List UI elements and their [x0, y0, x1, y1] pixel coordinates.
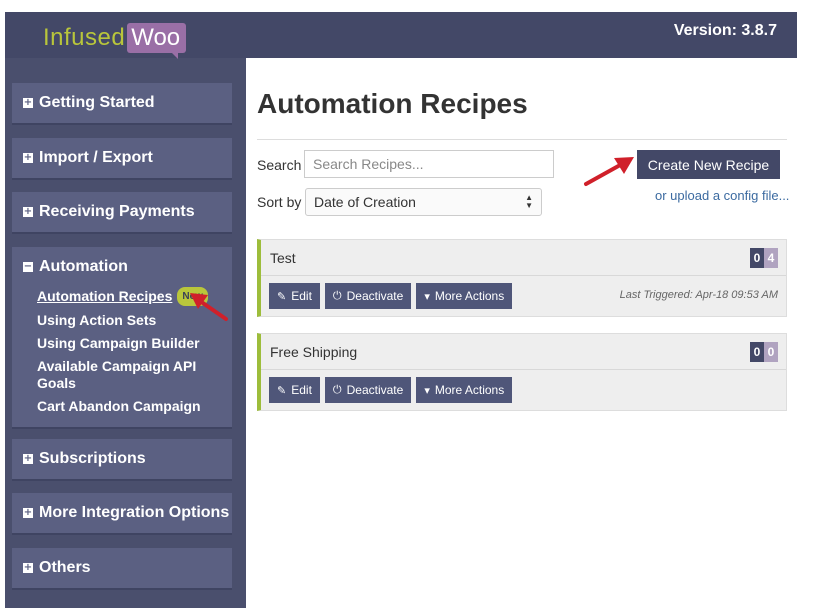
- nav-item-label: Available Campaign API Goals: [37, 358, 197, 391]
- nav-label: Others: [39, 559, 91, 576]
- nav-header[interactable]: + Import / Export: [12, 138, 232, 178]
- nav-section-getting-started[interactable]: + Getting Started: [12, 83, 232, 125]
- expand-icon: +: [23, 507, 33, 518]
- expand-icon: +: [23, 206, 33, 217]
- logo-text-woo: Woo: [127, 23, 187, 59]
- recipe-counts: 0 4: [750, 248, 778, 268]
- nav-section-others[interactable]: + Others: [12, 548, 232, 590]
- edit-label: Edit: [291, 383, 312, 397]
- recipe-card-free-shipping: Free Shipping 0 0 ✎ Edit ⏻ Deactivate ▾ …: [257, 333, 787, 411]
- caret-down-icon: ▾: [424, 289, 430, 303]
- collapse-icon: −: [23, 261, 33, 272]
- nav-item-using-campaign-builder[interactable]: Using Campaign Builder: [37, 335, 232, 352]
- nav-section-automation: − Automation Automation Recipes New Usin…: [12, 247, 232, 429]
- edit-button[interactable]: ✎ Edit: [269, 377, 320, 403]
- recipe-header[interactable]: Free Shipping 0 0: [261, 334, 786, 370]
- nav-label: Receiving Payments: [39, 203, 195, 220]
- nav-header[interactable]: + More Integration Options: [12, 493, 232, 533]
- nav-header[interactable]: − Automation: [12, 247, 232, 287]
- nav-header[interactable]: + Getting Started: [12, 83, 232, 123]
- count-badge-secondary: 4: [764, 248, 778, 268]
- deactivate-label: Deactivate: [346, 289, 404, 303]
- more-actions-button[interactable]: ▾ More Actions: [416, 377, 513, 403]
- recipe-actions: ✎ Edit ⏻ Deactivate ▾ More Actions: [261, 370, 786, 410]
- divider: [257, 139, 787, 140]
- sort-label: Sort by: [257, 194, 302, 210]
- expand-icon: +: [23, 97, 33, 108]
- nav-item-label: Using Campaign Builder: [37, 335, 200, 351]
- nav-section-subscriptions[interactable]: + Subscriptions: [12, 439, 232, 481]
- sidebar: + Getting Started + Import / Export + Re…: [5, 58, 246, 608]
- last-triggered-text: Last Triggered: Apr-18 09:53 AM: [619, 289, 778, 301]
- caret-down-icon: ▾: [424, 383, 430, 397]
- expand-icon: +: [23, 562, 33, 573]
- sort-select[interactable]: Date of Creation ▲ ▼: [305, 188, 542, 216]
- nav-label: Automation: [39, 258, 128, 275]
- recipe-counts: 0 0: [750, 342, 778, 362]
- power-icon: ⏻: [332, 289, 342, 302]
- create-new-recipe-button[interactable]: Create New Recipe: [637, 150, 780, 179]
- nav-section-receiving-payments[interactable]: + Receiving Payments: [12, 192, 232, 234]
- recipe-actions: ✎ Edit ⏻ Deactivate ▾ More Actions Last …: [261, 276, 786, 316]
- deactivate-button[interactable]: ⏻ Deactivate: [324, 377, 412, 403]
- edit-button[interactable]: ✎ Edit: [269, 283, 320, 309]
- nav-section-import-export[interactable]: + Import / Export: [12, 138, 232, 180]
- version-label: Version: 3.8.7: [673, 22, 777, 39]
- nav-item-label: Automation Recipes: [37, 288, 173, 304]
- header-bar: Infused Woo Version: 3.8.7: [5, 12, 797, 59]
- nav-item-cart-abandon-campaign[interactable]: Cart Abandon Campaign: [37, 398, 232, 415]
- deactivate-label: Deactivate: [346, 383, 404, 397]
- nav-label: More Integration Options: [39, 504, 230, 521]
- search-input[interactable]: [304, 150, 554, 178]
- nav-section-more-integration[interactable]: + More Integration Options: [12, 493, 232, 535]
- nav-item-campaign-api-goals[interactable]: Available Campaign API Goals: [37, 358, 202, 392]
- count-badge-primary: 0: [750, 248, 764, 268]
- count-badge-primary: 0: [750, 342, 764, 362]
- nav-item-label: Using Action Sets: [37, 312, 157, 328]
- count-badge-secondary: 0: [764, 342, 778, 362]
- logo-text-infused: Infused: [43, 24, 126, 51]
- search-label: Search: [257, 157, 302, 173]
- annotation-arrow-icon: [584, 157, 634, 186]
- power-icon: ⏻: [332, 383, 342, 396]
- recipe-card-test: Test 0 4 ✎ Edit ⏻ Deactivate ▾ More Acti…: [257, 239, 787, 317]
- more-actions-label: More Actions: [434, 383, 505, 397]
- nav-label: Import / Export: [39, 149, 153, 166]
- more-actions-label: More Actions: [434, 289, 505, 303]
- annotation-arrow-icon: [190, 293, 228, 321]
- nav-header[interactable]: + Receiving Payments: [12, 192, 232, 232]
- main-content: Automation Recipes Search Sort by Date o…: [246, 58, 797, 608]
- page-title: Automation Recipes: [257, 88, 528, 119]
- pencil-icon: ✎: [277, 289, 287, 303]
- recipe-name: Free Shipping: [270, 343, 358, 360]
- expand-icon: +: [23, 453, 33, 464]
- deactivate-button[interactable]: ⏻ Deactivate: [324, 283, 412, 309]
- nav-header[interactable]: + Subscriptions: [12, 439, 232, 479]
- app-window: Infused Woo Version: 3.8.7 + Getting Sta…: [5, 12, 797, 608]
- select-arrows-icon: ▲ ▼: [525, 193, 533, 210]
- nav-label: Getting Started: [39, 94, 155, 111]
- nav-label: Subscriptions: [39, 450, 146, 467]
- recipe-header[interactable]: Test 0 4: [261, 240, 786, 276]
- more-actions-button[interactable]: ▾ More Actions: [416, 283, 513, 309]
- logo: Infused Woo: [43, 22, 187, 59]
- nav-item-label: Cart Abandon Campaign: [37, 398, 201, 414]
- recipe-name: Test: [270, 249, 296, 266]
- sort-select-value: Date of Creation: [314, 194, 416, 210]
- upload-config-link[interactable]: or upload a config file...: [655, 188, 789, 203]
- expand-icon: +: [23, 152, 33, 163]
- pencil-icon: ✎: [277, 383, 287, 397]
- nav-header[interactable]: + Others: [12, 548, 232, 588]
- edit-label: Edit: [291, 289, 312, 303]
